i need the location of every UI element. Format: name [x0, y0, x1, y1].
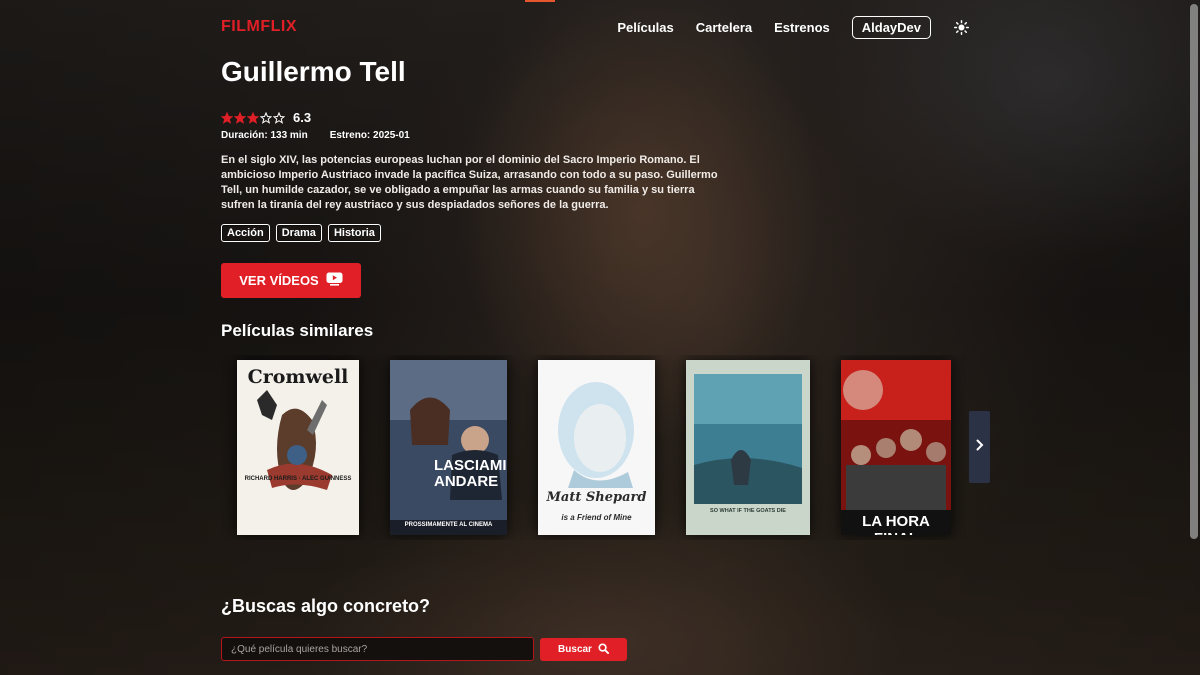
star-filled-icon	[221, 111, 233, 124]
poster-title: SO WHAT IF THE GOATS DIE	[710, 508, 786, 514]
nav-estrenos[interactable]: Estrenos	[774, 20, 830, 35]
main-nav: Películas Cartelera Estrenos AldayDev	[617, 15, 969, 39]
similar-movies-carousel: Cromwell RICHARD HARRIS · ALEC GUINNESS …	[221, 355, 966, 540]
user-button[interactable]: AldayDev	[851, 15, 931, 39]
poster-title: LASCIAMI ANDARE	[434, 457, 507, 490]
poster-title: Cromwell	[247, 366, 349, 388]
movie-poster-la-hora-final[interactable]: LA HORA FINAL	[841, 360, 951, 535]
search-icon	[598, 642, 609, 657]
poster-names: RICHARD HARRIS · ALEC GUINNESS	[244, 476, 352, 482]
star-filled-icon	[247, 111, 259, 124]
poster-names: PROSSIMAMENTE AL CINEMA	[404, 522, 493, 528]
watch-videos-label: VER VÍDEOS	[239, 273, 319, 288]
background-overlay	[0, 0, 1200, 675]
poster-art	[390, 360, 507, 535]
poster-title: Matt Shepard	[546, 490, 647, 505]
youtube-icon	[326, 272, 343, 289]
search-section-title: ¿Buscas algo concreto?	[221, 596, 431, 616]
genre-list: Acción Drama Historia	[221, 224, 381, 242]
page-scrollbar[interactable]	[1190, 4, 1198, 539]
site-logo[interactable]: FILMFLIX	[221, 18, 297, 36]
movie-synopsis: En el siglo XIV, las potencias europeas …	[221, 154, 718, 211]
movie-title: Guillermo Tell	[221, 56, 406, 87]
star-rating	[221, 111, 285, 124]
movie-meta: Duración: 133 min Estreno: 2025-01	[221, 130, 410, 141]
release-label: Estreno: 2025-01	[329, 130, 410, 141]
sun-icon[interactable]	[953, 19, 969, 35]
carousel-next-button[interactable]	[969, 411, 990, 483]
duration-label: Duración: 133 min	[221, 130, 308, 141]
genre-tag-accion[interactable]: Acción	[221, 224, 270, 242]
watch-videos-button[interactable]: VER VÍDEOS	[221, 263, 361, 298]
top-accent-line	[525, 0, 555, 2]
poster-art	[558, 382, 634, 488]
movie-poster-goats[interactable]: SO WHAT IF THE GOATS DIE	[686, 360, 810, 535]
search-button[interactable]: Buscar	[540, 638, 627, 661]
search-input[interactable]	[221, 637, 534, 661]
genre-tag-historia[interactable]: Historia	[327, 224, 381, 242]
star-empty-icon	[260, 111, 272, 124]
star-filled-icon	[234, 111, 246, 124]
poster-names: is a Friend of Mine	[561, 513, 632, 522]
movie-poster-matt-shepard[interactable]: Matt Shepard is a Friend of Mine	[538, 360, 655, 535]
poster-title: LA HORA FINAL	[862, 513, 930, 535]
chevron-right-icon	[976, 438, 984, 456]
similar-movies-title: Películas similares	[221, 321, 374, 340]
movie-poster-cromwell[interactable]: Cromwell RICHARD HARRIS · ALEC GUINNESS	[237, 360, 359, 535]
nav-cartelera[interactable]: Cartelera	[696, 20, 752, 35]
genre-tag-drama[interactable]: Drama	[275, 224, 322, 242]
search-button-label: Buscar	[558, 644, 592, 655]
nav-peliculas[interactable]: Películas	[617, 20, 673, 35]
movie-poster-lasciami-andare[interactable]: LASCIAMI ANDARE PROSSIMAMENTE AL CINEMA	[390, 360, 507, 535]
top-navbar: FILMFLIX Películas Cartelera Estrenos Al…	[221, 14, 969, 40]
movie-rating: 6.3	[221, 110, 311, 125]
rating-value: 6.3	[293, 110, 312, 125]
poster-art	[841, 360, 951, 535]
star-empty-icon	[273, 111, 285, 124]
